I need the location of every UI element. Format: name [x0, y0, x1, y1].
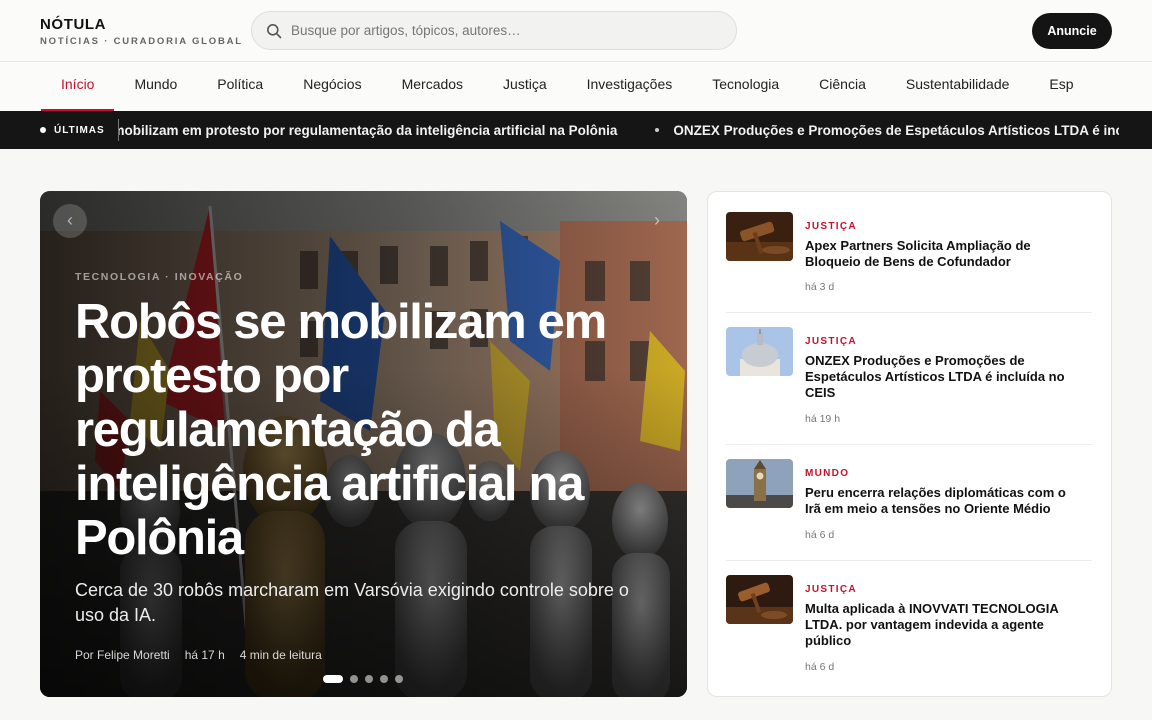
- story-category[interactable]: JUSTIÇA: [805, 221, 857, 232]
- breaking-news-ticker: ÚLTIMAS Robôs se mobilizam em protesto p…: [0, 111, 1152, 149]
- story-thumbnail: [726, 212, 793, 261]
- story-time: há 6 d: [805, 529, 835, 541]
- story-time: há 19 h: [805, 413, 841, 425]
- story-category[interactable]: JUSTIÇA: [805, 584, 857, 595]
- nav-list: Início Mundo Política Negócios Mercados …: [41, 62, 1094, 111]
- story-title[interactable]: ONZEX Produções e Promoções de Espetácul…: [805, 353, 1085, 401]
- brand-logo[interactable]: NÓTULA NOTÍCIAS · CURADORIA GLOBAL: [40, 16, 243, 47]
- nav-item-sustentabilidade[interactable]: Sustentabilidade: [886, 62, 1030, 111]
- story-category[interactable]: MUNDO: [805, 468, 849, 479]
- hero-read-time: 4 min de leitura: [239, 648, 322, 662]
- divider: [726, 312, 1092, 313]
- hero-title[interactable]: Robôs se mobilizam em protesto por regul…: [75, 295, 615, 565]
- divider: [726, 444, 1092, 445]
- carousel-dots: [323, 675, 410, 683]
- side-stories-panel: JUSTIÇA Apex Partners Solicita Ampliação…: [707, 191, 1112, 697]
- hero-kicker: TECNOLOGIA · INOVAÇÃO: [75, 271, 244, 283]
- nav-item-politica[interactable]: Política: [197, 62, 283, 111]
- ticker-track: Robôs se mobilizam em protesto por regul…: [119, 111, 1119, 149]
- ticker-items: Robôs se mobilizam em protesto por regul…: [119, 111, 1119, 149]
- hero-meta: Por Felipe Moretti há 17 h 4 min de leit…: [75, 648, 337, 662]
- hero-time: há 17 h: [184, 648, 225, 662]
- live-dot-icon: [40, 127, 46, 133]
- story-time: há 3 d: [805, 281, 835, 293]
- carousel-dot[interactable]: [350, 675, 358, 683]
- site-header: NÓTULA NOTÍCIAS · CURADORIA GLOBAL Anunc…: [0, 0, 1152, 62]
- nav-item-inicio[interactable]: Início: [41, 62, 115, 111]
- story-thumbnail: [726, 575, 793, 624]
- story-thumbnail: [726, 327, 793, 376]
- hero-author[interactable]: Por Felipe Moretti: [75, 648, 170, 662]
- nav-item-esportes[interactable]: Esp: [1029, 62, 1093, 111]
- ticker-item[interactable]: ONZEX Produções e Promoções de Espetácul…: [655, 123, 1119, 138]
- carousel-dot[interactable]: [365, 675, 373, 683]
- ticker-item-text: Robôs se mobilizam em protesto por regul…: [119, 122, 618, 138]
- nav-item-mundo[interactable]: Mundo: [114, 62, 197, 111]
- story-category[interactable]: JUSTIÇA: [805, 336, 857, 347]
- story-thumbnail: [726, 459, 793, 508]
- search-input[interactable]: [291, 23, 711, 38]
- story-title[interactable]: Peru encerra relações diplomáticas com o…: [805, 485, 1085, 517]
- divider: [726, 560, 1092, 561]
- bullet-icon: [655, 128, 660, 132]
- search-bar[interactable]: [251, 11, 737, 50]
- nav-item-mercados[interactable]: Mercados: [382, 62, 483, 111]
- carousel-dot[interactable]: [395, 675, 403, 683]
- ticker-label: ÚLTIMAS: [40, 111, 105, 149]
- carousel-prev-button[interactable]: ‹: [53, 204, 87, 238]
- story-title[interactable]: Multa aplicada à INOVVATI TECNOLOGIA LTD…: [805, 601, 1085, 649]
- nav-item-investigacoes[interactable]: Investigações: [567, 62, 693, 111]
- advertise-button[interactable]: Anuncie: [1032, 13, 1112, 49]
- nav-item-tecnologia[interactable]: Tecnologia: [692, 62, 799, 111]
- brand-tagline: NOTÍCIAS · CURADORIA GLOBAL: [40, 36, 243, 47]
- nav-item-justica[interactable]: Justiça: [483, 62, 567, 111]
- brand-name: NÓTULA: [40, 16, 107, 33]
- carousel-dot[interactable]: [323, 675, 343, 683]
- hero-summary: Cerca de 30 robôs marcharam em Varsóvia …: [75, 580, 629, 625]
- main-nav: Início Mundo Política Negócios Mercados …: [0, 62, 1152, 111]
- nav-item-negocios[interactable]: Negócios: [283, 62, 381, 111]
- ticker-label-text: ÚLTIMAS: [54, 124, 105, 136]
- hero-carousel[interactable]: ‹ › TECNOLOGIA · INOVAÇÃO Robôs se mobil…: [40, 191, 687, 697]
- story-time: há 6 d: [805, 661, 835, 673]
- carousel-next-button[interactable]: ›: [640, 204, 674, 238]
- ticker-item-text: ONZEX Produções e Promoções de Espetácul…: [673, 122, 1119, 138]
- search-icon: [267, 23, 282, 38]
- ticker-item[interactable]: Robôs se mobilizam em protesto por regul…: [119, 123, 617, 138]
- nav-item-ciencia[interactable]: Ciência: [799, 62, 886, 111]
- carousel-dot[interactable]: [380, 675, 388, 683]
- story-title[interactable]: Apex Partners Solicita Ampliação de Bloq…: [805, 238, 1085, 270]
